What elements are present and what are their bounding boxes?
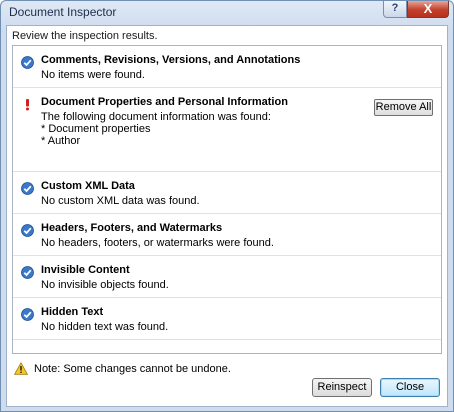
result-title: Comments, Revisions, Versions, and Annot… xyxy=(41,54,301,66)
result-description: No invisible objects found. xyxy=(41,279,169,291)
close-button[interactable]: Close xyxy=(380,378,440,397)
window-title: Document Inspector xyxy=(9,5,117,19)
reinspect-button[interactable]: Reinspect xyxy=(312,378,372,397)
warning-triangle-icon xyxy=(14,362,28,375)
result-title: Hidden Text xyxy=(41,306,104,318)
result-description: No hidden text was found. xyxy=(41,321,169,333)
check-icon xyxy=(21,266,34,279)
result-item-headers-footers: Headers, Footers, and Watermarks No head… xyxy=(13,214,441,256)
remove-all-button[interactable]: Remove All xyxy=(374,99,433,116)
exclamation-icon xyxy=(26,99,29,111)
result-title: Custom XML Data xyxy=(41,180,135,192)
result-item-custom-xml: Custom XML Data No custom XML data was f… xyxy=(13,172,441,214)
document-inspector-dialog: Document Inspector ? X Review the inspec… xyxy=(0,0,454,412)
result-item-invisible-content: Invisible Content No invisible objects f… xyxy=(13,256,441,298)
note-text: Note: Some changes cannot be undone. xyxy=(34,363,231,375)
dialog-body: Review the inspection results. Comments,… xyxy=(6,25,448,407)
check-icon xyxy=(21,224,34,237)
result-description: No items were found. xyxy=(41,69,145,81)
check-icon xyxy=(21,56,34,69)
check-icon xyxy=(21,308,34,321)
check-icon xyxy=(21,182,34,195)
results-list: Comments, Revisions, Versions, and Annot… xyxy=(12,45,442,354)
close-window-button[interactable]: X xyxy=(407,1,449,18)
title-bar[interactable]: Document Inspector ? X xyxy=(1,1,453,25)
instructions-text: Review the inspection results. xyxy=(12,30,158,42)
result-title: Document Properties and Personal Informa… xyxy=(41,96,288,108)
result-description: No headers, footers, or watermarks were … xyxy=(41,237,274,249)
result-title: Headers, Footers, and Watermarks xyxy=(41,222,223,234)
result-item-hidden-text: Hidden Text No hidden text was found. xyxy=(13,298,441,340)
result-description: The following document information was f… xyxy=(41,111,271,147)
help-button[interactable]: ? xyxy=(383,1,407,18)
result-description: No custom XML data was found. xyxy=(41,195,200,207)
result-item-document-properties: Document Properties and Personal Informa… xyxy=(13,88,441,172)
result-title: Invisible Content xyxy=(41,264,130,276)
result-item-comments: Comments, Revisions, Versions, and Annot… xyxy=(13,46,441,88)
